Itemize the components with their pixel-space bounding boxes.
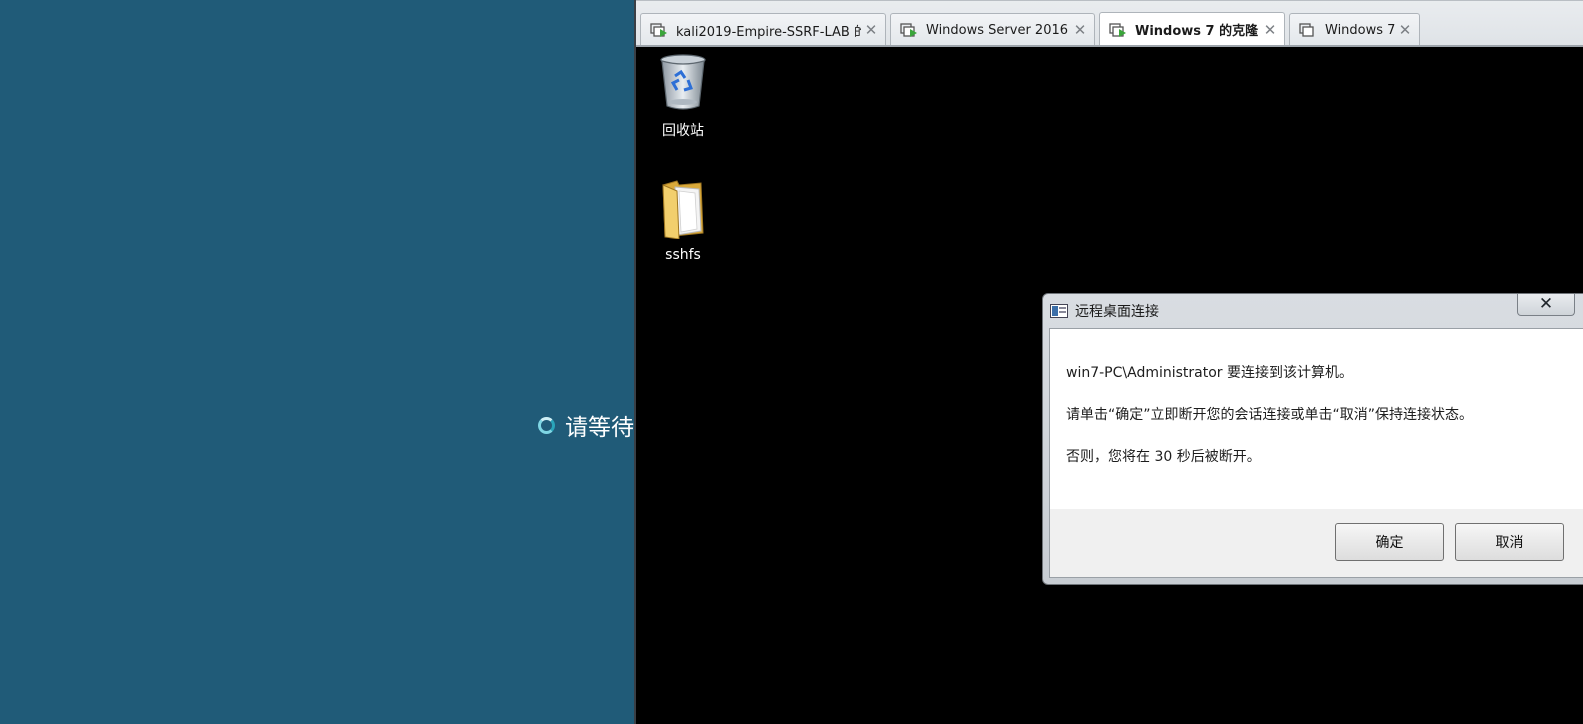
spinner-icon (538, 416, 555, 434)
vm-console-pane: kali2019-Empire-SSRF-LAB 的... ✕ Windows … (636, 0, 1583, 724)
dialog-message-user: win7-PC\Administrator 要连接到该计算机。 (1066, 365, 1353, 381)
vm-running-icon (900, 21, 920, 39)
ok-button[interactable]: 确定 (1335, 523, 1444, 561)
tab-bar-border (636, 45, 1583, 47)
vm-running-icon (650, 21, 670, 39)
desktop-icon-recycle-bin[interactable]: 回收站 (643, 52, 723, 140)
recycle-bin-icon (660, 54, 706, 110)
dialog-title: 远程桌面连接 (1075, 304, 1159, 320)
wait-label: 请等待 (565, 415, 634, 441)
tab-label: Windows Server 2016 (926, 22, 1069, 38)
vm-running-icon (1109, 21, 1129, 39)
tab-label: kali2019-Empire-SSRF-LAB 的... (676, 24, 861, 40)
folder-icon (662, 180, 704, 240)
wait-indicator: 请等待 (538, 408, 634, 442)
cancel-button[interactable]: 取消 (1455, 523, 1564, 561)
dialog-body: win7-PC\Administrator 要连接到该计算机。 请单击“确定”立… (1049, 328, 1583, 578)
tab-close-icon[interactable]: ✕ (1070, 21, 1090, 39)
vm-tab-bar: kali2019-Empire-SSRF-LAB 的... ✕ Windows … (636, 0, 1583, 47)
desktop-icon-label: sshfs (665, 247, 701, 263)
tab-label: Windows 7 的克隆 (1135, 24, 1259, 39)
dialog-message-timeout: 否则，您将在 30 秒后被断开。 (1066, 449, 1261, 465)
tab-windows-server-2016[interactable]: Windows Server 2016 ✕ (890, 13, 1095, 46)
tab-close-icon[interactable]: ✕ (1395, 21, 1415, 39)
rdp-disconnect-dialog: 远程桌面连接 ✕ win7-PC\Administrator 要连接到该计算机。… (1042, 293, 1583, 585)
dialog-message-instruction: 请单击“确定”立即断开您的会话连接或单击“取消”保持连接状态。 (1066, 407, 1474, 423)
desktop-icon-label: 回收站 (662, 123, 704, 139)
login-wait-pane: 请等待 (0, 0, 634, 724)
tab-label: Windows 7 (1325, 22, 1395, 38)
vm-stopped-icon (1299, 21, 1319, 39)
dialog-footer: 确定 取消 (1050, 509, 1583, 577)
remote-desktop-icon (1050, 303, 1068, 318)
tab-kali2019[interactable]: kali2019-Empire-SSRF-LAB 的... ✕ (640, 13, 886, 46)
dialog-titlebar[interactable]: 远程桌面连接 ✕ (1043, 294, 1583, 327)
tab-windows7-clone[interactable]: Windows 7 的克隆 ✕ (1099, 12, 1285, 46)
desktop-icon-sshfs[interactable]: sshfs (643, 177, 723, 263)
tab-close-icon[interactable]: ✕ (861, 21, 881, 39)
tab-close-icon[interactable]: ✕ (1260, 21, 1280, 39)
tab-windows7[interactable]: Windows 7 ✕ (1289, 13, 1420, 46)
close-icon[interactable]: ✕ (1517, 294, 1575, 316)
